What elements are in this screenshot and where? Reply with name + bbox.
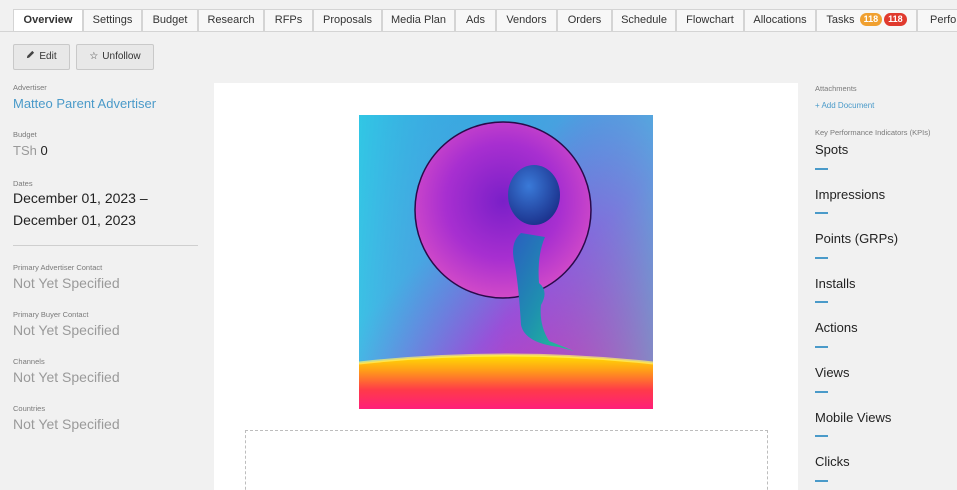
tab-research[interactable]: Research <box>198 9 264 31</box>
tab-tasks[interactable]: Tasks 118 118 <box>816 9 917 31</box>
countries-value: Not Yet Specified <box>13 416 120 432</box>
tab-performance[interactable]: Perfo <box>917 9 957 31</box>
tab-media-plan[interactable]: Media Plan <box>382 9 455 31</box>
attachments-label: Attachments <box>815 84 857 93</box>
kpi-spots: Spots <box>815 142 849 157</box>
tab-label: RFPs <box>274 14 303 26</box>
unfollow-button[interactable]: ☆ Unfollow <box>76 44 154 70</box>
kpi-impressions: Impressions <box>815 187 886 202</box>
primary-buyer-contact-value: Not Yet Specified <box>13 322 120 338</box>
campaign-artwork-image <box>359 115 653 409</box>
tab-allocations[interactable]: Allocations <box>744 9 816 31</box>
tab-label: Research <box>207 14 255 26</box>
add-document-link[interactable]: + Add Document <box>815 101 874 110</box>
dates-label: Dates <box>13 179 33 188</box>
tab-bar: Overview Settings Budget Research RFPs P… <box>0 9 957 32</box>
budget-value: TSh 0 <box>13 143 48 158</box>
countries-label: Countries <box>13 404 46 413</box>
kpi-underline <box>815 168 828 170</box>
unfollow-label: Unfollow <box>102 51 141 62</box>
advertiser-label: Advertiser <box>13 83 47 92</box>
kpis-label: Key Performance Indicators (KPIs) <box>815 128 931 137</box>
tab-ads[interactable]: Ads <box>455 9 496 31</box>
kpi-points-grps: Points (GRPs) <box>815 231 899 246</box>
plus-icon: + <box>815 101 820 110</box>
tab-label: Budget <box>152 14 188 26</box>
tab-label: Allocations <box>753 14 807 26</box>
pencil-icon <box>26 45 35 69</box>
channels-value: Not Yet Specified <box>13 369 120 385</box>
dates-end: December 01, 2023 <box>13 212 136 228</box>
kpi-underline <box>815 391 828 393</box>
tab-budget[interactable]: Budget <box>142 9 198 31</box>
kpi-underline <box>815 212 828 214</box>
primary-advertiser-contact-label: Primary Advertiser Contact <box>13 263 103 272</box>
kpi-views: Views <box>815 365 850 380</box>
budget-currency: TSh <box>13 143 37 158</box>
tab-schedule[interactable]: Schedule <box>612 9 676 31</box>
dates-start: December 01, 2023 – <box>13 190 148 206</box>
kpi-clicks: Clicks <box>815 454 850 469</box>
kpi-underline <box>815 346 828 348</box>
add-document-label: Add Document <box>821 101 875 110</box>
tab-label: Flowchart <box>686 14 734 26</box>
edit-button[interactable]: Edit <box>13 44 70 70</box>
tab-label: Ads <box>466 14 485 26</box>
tab-label: Schedule <box>621 14 667 26</box>
channels-label: Channels <box>13 357 45 366</box>
document-dropzone[interactable] <box>245 430 768 490</box>
advertiser-link[interactable]: Matteo Parent Advertiser <box>13 96 156 111</box>
tab-rfps[interactable]: RFPs <box>264 9 313 31</box>
primary-advertiser-contact-value: Not Yet Specified <box>13 275 120 291</box>
tab-settings[interactable]: Settings <box>83 9 142 31</box>
star-outline-icon: ☆ <box>89 51 99 62</box>
kpi-underline <box>815 435 828 437</box>
primary-buyer-contact-label: Primary Buyer Contact <box>13 310 89 319</box>
edit-label: Edit <box>39 51 57 62</box>
kpi-installs: Installs <box>815 276 856 291</box>
tab-label: Orders <box>567 14 602 26</box>
budget-amount: 0 <box>40 143 48 158</box>
tasks-count-badge: 118 <box>859 13 883 26</box>
tab-label: Perfo <box>930 14 957 26</box>
budget-label: Budget <box>13 130 37 139</box>
tab-flowchart[interactable]: Flowchart <box>676 9 744 31</box>
kpi-underline <box>815 480 828 482</box>
tab-proposals[interactable]: Proposals <box>313 9 382 31</box>
tab-vendors[interactable]: Vendors <box>496 9 557 31</box>
tab-label: Tasks <box>826 14 855 26</box>
tasks-overdue-badge: 118 <box>884 13 907 26</box>
kpi-underline <box>815 257 828 259</box>
kpi-underline <box>815 301 828 303</box>
content-panel <box>214 83 798 490</box>
tab-label: Proposals <box>323 14 372 26</box>
tab-label: Media Plan <box>390 14 447 26</box>
kpi-mobile-views: Mobile Views <box>815 410 892 425</box>
kpi-actions: Actions <box>815 320 858 335</box>
tab-overview[interactable]: Overview <box>13 9 83 31</box>
details-divider <box>13 245 198 246</box>
tab-label: Vendors <box>506 14 547 26</box>
tab-orders[interactable]: Orders <box>557 9 612 31</box>
tab-label: Overview <box>23 14 73 26</box>
tab-label: Settings <box>92 14 133 26</box>
